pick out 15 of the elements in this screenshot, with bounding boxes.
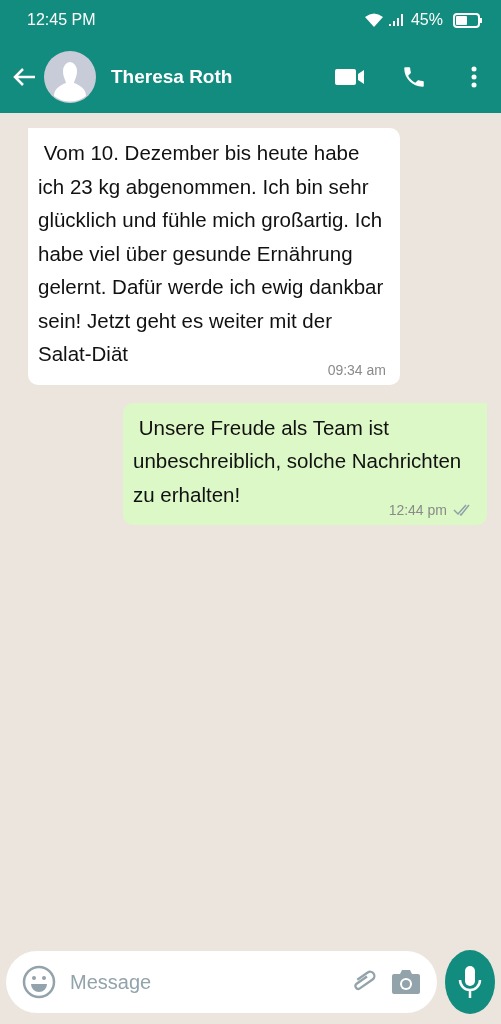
signal-icon	[388, 14, 405, 26]
avatar[interactable]	[44, 50, 96, 103]
microphone-icon	[458, 965, 482, 999]
video-camera-icon[interactable]	[335, 67, 365, 86]
status-time: 12:45 PM	[27, 11, 96, 29]
wifi-icon	[364, 13, 383, 27]
camera-icon[interactable]	[391, 969, 421, 995]
more-options-icon[interactable]	[471, 65, 477, 88]
contact-name[interactable]: Theresa Roth	[111, 65, 335, 88]
message-input[interactable]: Message	[68, 969, 337, 995]
message-field[interactable]: Message	[6, 951, 437, 1013]
battery-percent: 45%	[410, 11, 443, 29]
emoji-icon[interactable]	[22, 965, 56, 999]
back-arrow-icon[interactable]	[12, 66, 36, 87]
battery-icon	[453, 12, 483, 28]
